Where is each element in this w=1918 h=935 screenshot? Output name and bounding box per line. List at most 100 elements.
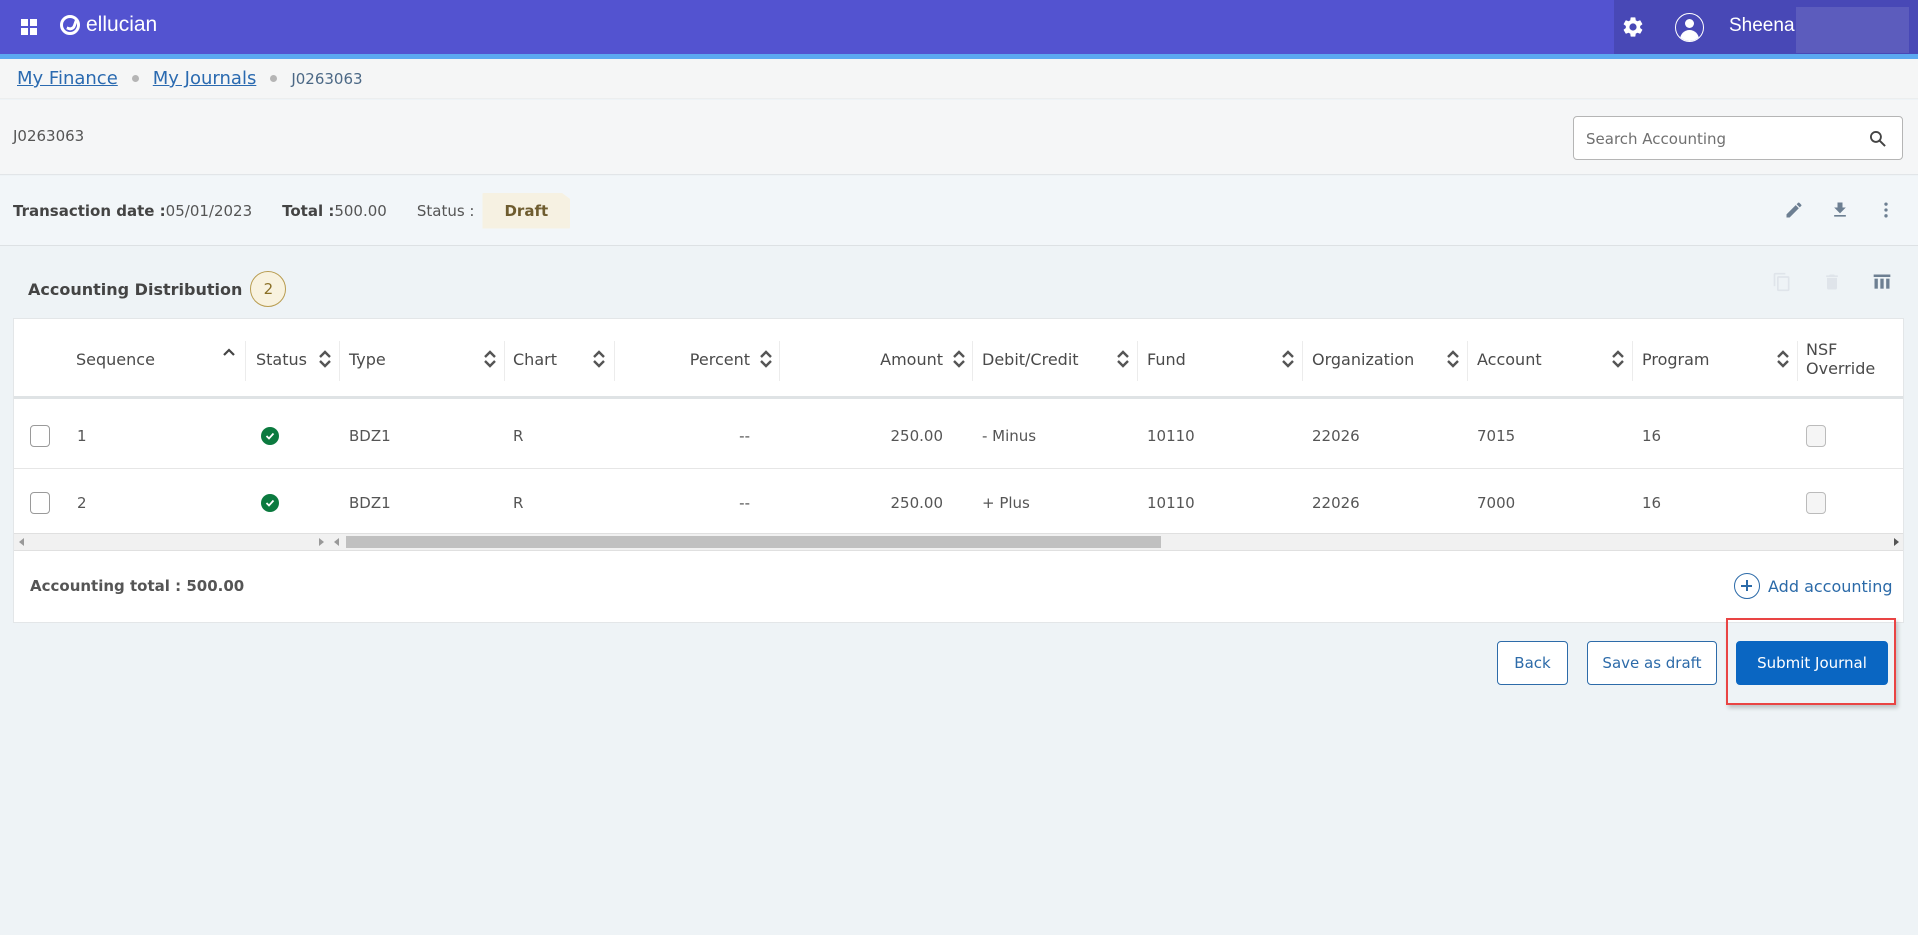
column-label: NSF Override	[1806, 340, 1876, 378]
cell-fund: 10110	[1147, 426, 1195, 445]
delete-icon[interactable]	[1820, 270, 1844, 294]
journal-summary: Transaction date : 05/01/2023 Total : 50…	[0, 176, 1918, 246]
sort-icon[interactable]	[592, 349, 606, 369]
horizontal-scrollbar[interactable]	[14, 533, 1903, 551]
columns-icon[interactable]	[1870, 270, 1894, 294]
column-label: Type	[349, 349, 386, 369]
edit-icon[interactable]	[1782, 198, 1806, 222]
column-header-type[interactable]: Type	[340, 319, 505, 399]
column-label: Status	[256, 349, 307, 369]
cell-account: 7015	[1477, 426, 1516, 445]
cell-organization: 22026	[1312, 493, 1360, 512]
cell-organization: 22026	[1312, 426, 1360, 445]
column-header-fund[interactable]: Fund	[1138, 319, 1303, 399]
search-input[interactable]	[1586, 127, 1856, 151]
column-header-status[interactable]: Status	[246, 319, 340, 399]
breadcrumb-separator	[131, 75, 139, 82]
sort-ascending-icon[interactable]	[222, 345, 236, 365]
cell-debit-credit: - Minus	[982, 426, 1037, 445]
nsf-override-checkbox[interactable]	[1806, 424, 1826, 447]
breadcrumb-separator	[270, 75, 278, 82]
cell-amount: 250.00	[890, 426, 944, 445]
table-row[interactable]: 1 BDZ1 R -- 250.00 - Minus 10110 22026 7…	[14, 402, 1903, 469]
column-header-amount[interactable]: Amount	[780, 319, 973, 399]
accounting-distribution-table: Sequence Status Type Chart Percent Amoun…	[13, 318, 1904, 623]
sort-icon[interactable]	[318, 349, 332, 369]
breadcrumb-my-finance[interactable]: My Finance	[17, 68, 118, 89]
apps-grid-icon[interactable]	[21, 19, 37, 35]
nsf-override-checkbox[interactable]	[1806, 491, 1826, 514]
more-vert-icon[interactable]	[1874, 198, 1898, 222]
page-title: J0263063	[13, 127, 85, 145]
accounting-total: Accounting total : 500.00	[30, 577, 245, 595]
ellucian-logo[interactable]: ellucian	[60, 13, 157, 37]
row-select-checkbox[interactable]	[30, 491, 50, 514]
add-accounting-button[interactable]: Add accounting	[1734, 573, 1893, 599]
column-header-organization[interactable]: Organization	[1303, 319, 1468, 399]
total-value: 500.00	[334, 201, 387, 220]
cell-program: 16	[1642, 493, 1662, 512]
transaction-date-value: 05/01/2023	[165, 201, 253, 220]
column-header-nsf-override[interactable]: NSF Override	[1798, 319, 1908, 399]
row-select-checkbox[interactable]	[30, 424, 50, 447]
back-button[interactable]: Back	[1497, 641, 1568, 685]
column-label: Amount	[880, 349, 943, 369]
journal-header: J0263063	[0, 100, 1918, 175]
cell-debit-credit: + Plus	[982, 493, 1030, 512]
sort-icon[interactable]	[483, 349, 497, 369]
distribution-title: Accounting Distribution	[28, 279, 243, 299]
cell-type: BDZ1	[349, 493, 391, 512]
column-label: Percent	[689, 349, 750, 369]
download-icon[interactable]	[1828, 198, 1852, 222]
cell-sequence: 2	[77, 493, 87, 512]
cell-sequence: 1	[77, 426, 87, 445]
cell-fund: 10110	[1147, 493, 1195, 512]
save-as-draft-button[interactable]: Save as draft	[1587, 641, 1717, 685]
gear-icon[interactable]	[1621, 15, 1645, 39]
column-label: Debit/Credit	[982, 349, 1079, 369]
breadcrumb-current: J0263063	[291, 69, 363, 88]
column-header-chart[interactable]: Chart	[505, 319, 615, 399]
sort-icon[interactable]	[1446, 349, 1460, 369]
search-accounting-field[interactable]	[1573, 116, 1903, 160]
scroll-left-arrow-icon[interactable]	[334, 538, 339, 546]
scroll-right-arrow-icon[interactable]	[1894, 538, 1899, 546]
cell-type: BDZ1	[349, 426, 391, 445]
breadcrumb: My Finance My Journals J0263063	[0, 59, 1918, 99]
column-header-program[interactable]: Program	[1633, 319, 1798, 399]
ellucian-logo-mark-icon	[60, 15, 80, 35]
column-header-account[interactable]: Account	[1468, 319, 1633, 399]
status-badge: Draft	[482, 192, 571, 229]
scrollbar-thumb[interactable]	[346, 536, 1161, 548]
user-name[interactable]: Sheena	[1729, 15, 1795, 37]
breadcrumb-my-journals[interactable]: My Journals	[153, 68, 257, 89]
cell-chart: R	[513, 493, 524, 512]
sort-icon[interactable]	[1281, 349, 1295, 369]
sort-icon[interactable]	[759, 349, 773, 369]
column-label: Program	[1642, 349, 1710, 369]
table-row[interactable]: 2 BDZ1 R -- 250.00 + Plus 10110 22026 70…	[14, 469, 1903, 536]
cell-chart: R	[513, 426, 524, 445]
journal-actions	[1782, 198, 1898, 222]
table-header: Sequence Status Type Chart Percent Amoun…	[14, 319, 1903, 399]
copy-icon[interactable]	[1770, 270, 1794, 294]
submit-journal-button[interactable]: Submit Journal	[1736, 641, 1888, 685]
user-name-redacted	[1796, 7, 1909, 53]
cell-amount: 250.00	[890, 493, 944, 512]
user-avatar-icon[interactable]	[1675, 13, 1704, 42]
sort-icon[interactable]	[952, 349, 966, 369]
cell-percent: --	[739, 426, 750, 445]
scroll-right-arrow-icon[interactable]	[319, 538, 324, 546]
column-header-debit-credit[interactable]: Debit/Credit	[973, 319, 1138, 399]
status-valid-check-icon	[261, 493, 279, 512]
total-label: Total :	[282, 201, 335, 220]
column-header-percent[interactable]: Percent	[615, 319, 780, 399]
scroll-left-arrow-icon[interactable]	[19, 538, 24, 546]
add-circle-icon	[1734, 573, 1760, 599]
sort-icon[interactable]	[1776, 349, 1790, 369]
column-label: Fund	[1147, 349, 1186, 369]
column-header-sequence[interactable]: Sequence	[76, 319, 246, 399]
sort-icon[interactable]	[1611, 349, 1625, 369]
sort-icon[interactable]	[1116, 349, 1130, 369]
search-icon[interactable]	[1868, 129, 1888, 149]
